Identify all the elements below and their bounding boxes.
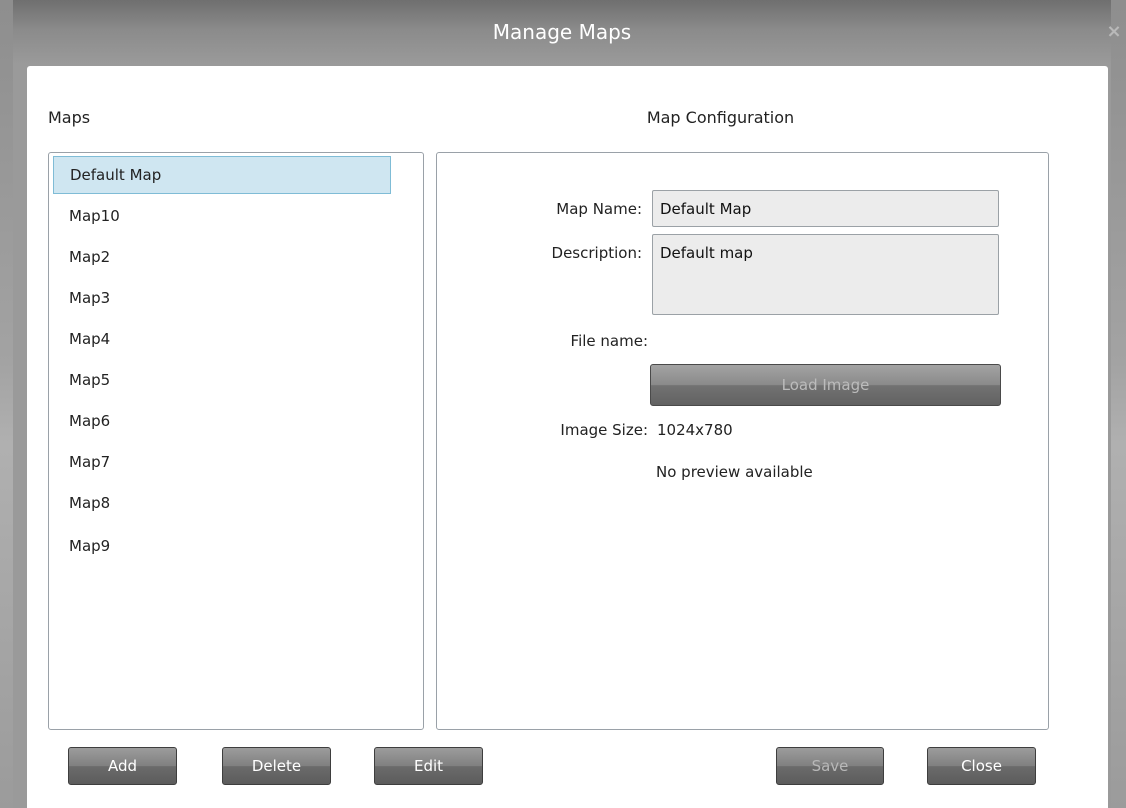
edit-button[interactable]: Edit xyxy=(374,747,483,785)
list-item-map8[interactable]: Map8 xyxy=(53,484,391,522)
save-button[interactable]: Save xyxy=(776,747,884,785)
list-item-map4[interactable]: Map4 xyxy=(53,320,391,358)
description-field[interactable]: Default map xyxy=(652,234,999,315)
description-label: Description: xyxy=(551,244,642,262)
delete-button[interactable]: Delete xyxy=(222,747,331,785)
map-name-field[interactable] xyxy=(652,190,999,227)
list-item-default-map[interactable]: Default Map xyxy=(53,156,391,194)
list-item-map7[interactable]: Map7 xyxy=(53,443,391,481)
preview-placeholder-text: No preview available xyxy=(656,463,813,481)
maps-list[interactable]: Default Map Map10 Map2 Map3 Map4 Map5 Ma… xyxy=(48,152,424,730)
list-item-map2[interactable]: Map2 xyxy=(53,238,391,276)
list-item-map5[interactable]: Map5 xyxy=(53,361,391,399)
close-button[interactable]: Close xyxy=(927,747,1036,785)
dialog-title: Manage Maps xyxy=(492,20,632,44)
list-item-map9[interactable]: Map9 xyxy=(53,527,391,565)
image-size-label: Image Size: xyxy=(560,421,648,439)
map-name-label: Map Name: xyxy=(556,200,642,218)
list-item-map6[interactable]: Map6 xyxy=(53,402,391,440)
image-size-value: 1024x780 xyxy=(657,421,733,439)
close-icon[interactable]: × xyxy=(1104,22,1124,42)
list-item-map10[interactable]: Map10 xyxy=(53,197,391,235)
add-button[interactable]: Add xyxy=(68,747,177,785)
list-item-map3[interactable]: Map3 xyxy=(53,279,391,317)
maps-heading: Maps xyxy=(48,108,91,127)
load-image-button[interactable]: Load Image xyxy=(650,364,1001,406)
file-name-label: File name: xyxy=(570,332,648,350)
map-configuration-heading: Map Configuration xyxy=(646,108,795,127)
